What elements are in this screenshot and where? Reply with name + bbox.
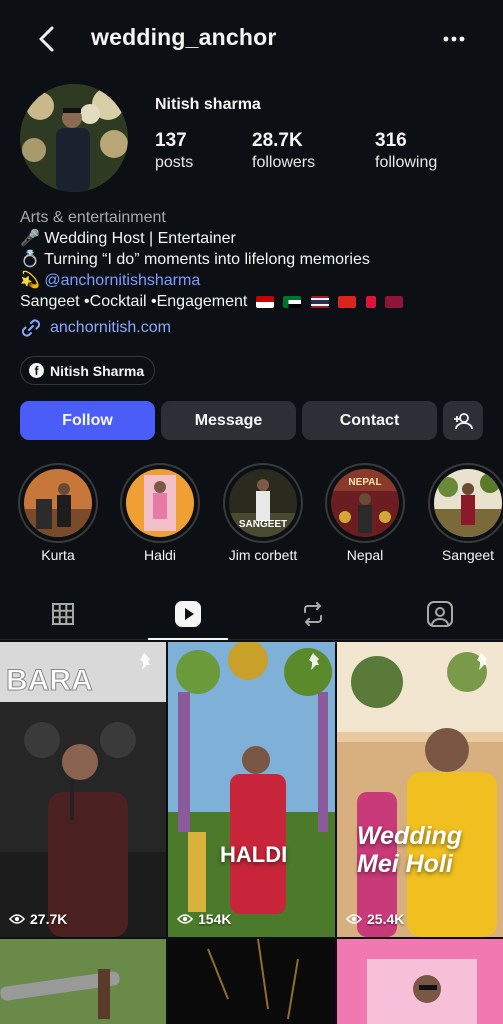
- highlight-cover-text: SANGEET: [239, 519, 287, 530]
- reel-view-count: 25.4K: [346, 911, 404, 927]
- reel-thumbnail[interactable]: [0, 939, 166, 1024]
- highlight-sangeet[interactable]: Sangeet: [428, 463, 503, 563]
- tagged-icon: [427, 601, 453, 627]
- view-count-text: 154K: [198, 911, 232, 927]
- message-button[interactable]: Message: [161, 401, 296, 440]
- facebook-icon: f: [29, 363, 44, 378]
- reel-thumbnail[interactable]: HALDI 154K: [168, 642, 335, 937]
- contact-button[interactable]: Contact: [302, 401, 437, 440]
- avatar[interactable]: [20, 84, 128, 192]
- facebook-chip-label: Nitish Sharma: [50, 362, 145, 379]
- website-link[interactable]: anchornitish.com: [20, 317, 171, 339]
- following-count: 316: [375, 130, 407, 151]
- pin-icon: [477, 653, 487, 670]
- following-label: following: [375, 154, 438, 171]
- highlight-label: Kurta: [41, 547, 75, 563]
- bio-mention-link[interactable]: 💫 @anchornitishsharma: [20, 270, 490, 291]
- profile-full-name: Nitish sharma: [155, 96, 261, 113]
- reel-overlay-text: Wedding Mei Holi: [357, 822, 463, 878]
- followers-count: 28.7K: [252, 130, 303, 151]
- highlight-kurta[interactable]: Kurta: [18, 463, 98, 563]
- grid-icon: [52, 603, 74, 625]
- view-count-text: 25.4K: [367, 911, 405, 927]
- eye-icon: [346, 914, 362, 924]
- bio-line: 🎤 Wedding Host | Entertainer: [20, 230, 236, 247]
- chevron-left-icon[interactable]: [34, 24, 62, 54]
- eye-icon: [177, 914, 193, 924]
- svg-text:BARA: BARA: [6, 664, 93, 697]
- highlight-cover: [24, 469, 92, 537]
- highlight-jim-corbett[interactable]: SANGEET Jim corbett: [223, 463, 303, 563]
- bio-line: 💍 Turning “I do” moments into lifelong m…: [20, 251, 370, 268]
- reel-thumbnail[interactable]: [337, 939, 503, 1024]
- highlight-haldi[interactable]: Haldi: [120, 463, 200, 563]
- profile-username: wedding_anchor: [91, 24, 277, 50]
- highlight-cover-text: NEPAL: [348, 477, 381, 488]
- posts-count: 137: [155, 130, 187, 151]
- follow-button[interactable]: Follow: [20, 401, 155, 440]
- tab-tagged[interactable]: [400, 590, 480, 638]
- profile-category: Arts & entertainment: [20, 209, 166, 226]
- highlight-label: Nepal: [346, 547, 384, 563]
- highlight-cover: NEPAL: [331, 469, 399, 537]
- pin-icon: [140, 653, 150, 670]
- more-horizontal-icon[interactable]: [440, 28, 468, 50]
- reel-overlay-text: HALDI: [220, 842, 288, 867]
- highlight-label: Sangeet: [441, 547, 495, 563]
- pin-icon: [309, 653, 319, 670]
- highlight-cover: [434, 469, 502, 537]
- reel-thumbnail[interactable]: BARA 27.7K: [0, 642, 166, 937]
- top-bar: wedding_anchor: [0, 0, 503, 80]
- view-count-text: 27.7K: [30, 911, 68, 927]
- add-person-icon: [454, 412, 473, 429]
- reel-thumbnail[interactable]: [168, 939, 335, 1024]
- posts-stat[interactable]: 137 posts: [155, 130, 193, 172]
- reel-thumbnail[interactable]: Wedding Mei Holi 25.4K: [337, 642, 503, 937]
- tab-reposts[interactable]: [273, 590, 353, 638]
- website-url: anchornitish.com: [50, 319, 171, 336]
- bio-line-with-flags: Sangeet •Cocktail •Engagement: [20, 291, 490, 312]
- reel-view-count: 154K: [177, 911, 231, 927]
- highlight-nepal[interactable]: NEPAL Nepal: [325, 463, 405, 563]
- reel-view-count: 27.7K: [9, 911, 67, 927]
- posts-label: posts: [155, 154, 194, 171]
- eye-icon: [9, 914, 25, 924]
- reels-icon: [175, 601, 201, 627]
- following-stat[interactable]: 316 following: [375, 130, 437, 172]
- highlight-label: Haldi: [144, 547, 176, 563]
- tab-posts-grid[interactable]: [23, 590, 103, 638]
- highlight-cover: [126, 469, 194, 537]
- flag-emojis: [255, 291, 408, 312]
- highlight-label: Jim corbett: [228, 547, 298, 563]
- followers-label: followers: [252, 154, 316, 171]
- highlight-cover: SANGEET: [229, 469, 297, 537]
- bio-line: Sangeet •Cocktail •Engagement: [20, 293, 248, 310]
- followers-stat[interactable]: 28.7K followers: [252, 130, 315, 172]
- link-icon: [21, 319, 41, 337]
- repost-icon: [304, 602, 322, 626]
- suggest-people-button[interactable]: [443, 401, 483, 440]
- profile-bio: Arts & entertainment 🎤 Wedding Host | En…: [20, 207, 490, 312]
- facebook-profile-chip[interactable]: f Nitish Sharma: [20, 356, 156, 385]
- profile-tabs: [0, 590, 503, 640]
- tab-reels[interactable]: [148, 590, 228, 640]
